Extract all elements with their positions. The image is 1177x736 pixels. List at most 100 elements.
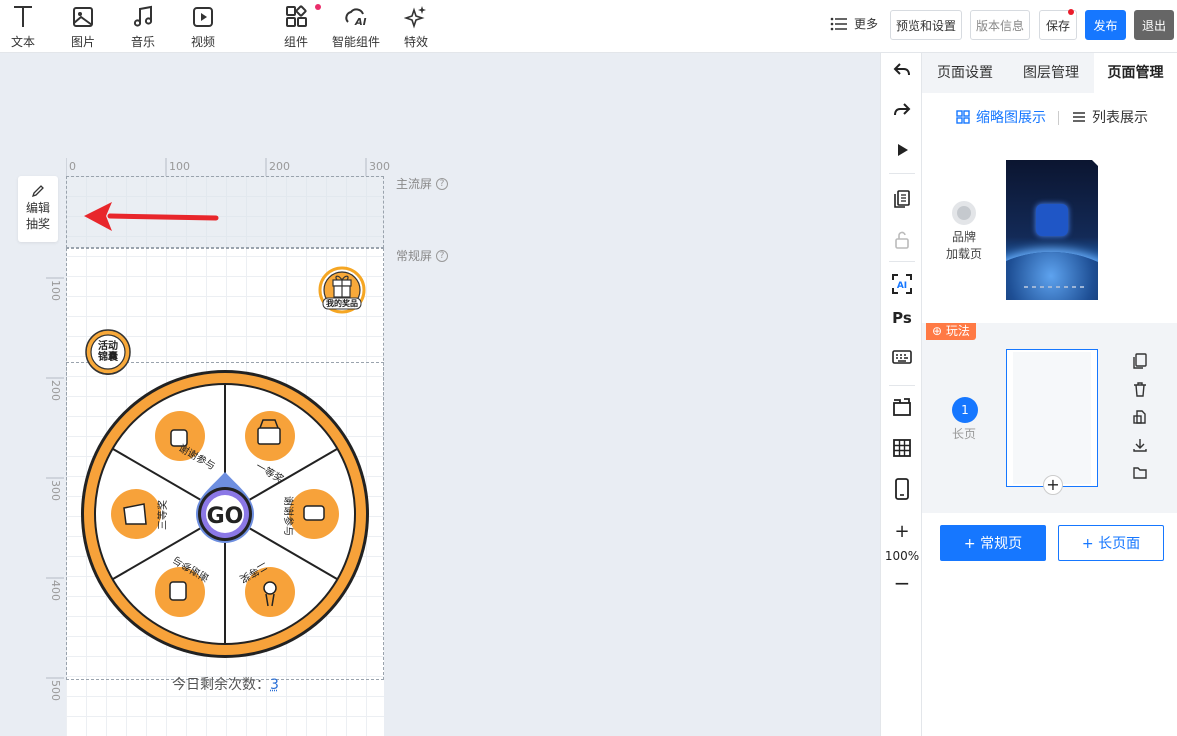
image-icon (73, 7, 93, 27)
ai-scan-label: AI (897, 281, 907, 291)
add-normal-page-button[interactable]: + 常规页 (940, 525, 1046, 561)
text-tool-label: 文本 (10, 35, 35, 49)
mainstream-screen-text: 主流屏 (396, 177, 433, 191)
grid-button[interactable] (881, 438, 923, 462)
ruler-left: 100 200 300 400 500 (46, 248, 64, 736)
tab-layer-management[interactable]: 图层管理 (1008, 53, 1094, 93)
brand-loading-page[interactable]: 品牌 加载页 (942, 201, 986, 263)
replace-button[interactable] (881, 397, 923, 421)
lock-button[interactable] (881, 230, 923, 254)
top-toolbar: 文本 图片 音乐 视频 组件 AI 智能组件 特效 更多 预览和设置 版本信息 … (0, 0, 1177, 53)
zoom-out-button[interactable]: − (881, 571, 923, 595)
add-page-below-button[interactable]: + (1043, 475, 1063, 495)
play-tag-icon: ⊕ (932, 324, 943, 338)
edit-lottery-button[interactable]: 编辑 抽奖 (18, 176, 58, 242)
ai-button[interactable]: AI (881, 273, 923, 299)
version-info-button[interactable]: 版本信息 (970, 10, 1030, 40)
component-icon (286, 5, 307, 27)
list-icon (830, 17, 847, 30)
mainstream-screen-label: 主流屏 ? (396, 175, 449, 192)
wheel-segment-label: 三等奖 (156, 500, 169, 530)
ps-import-button[interactable]: Ps (881, 309, 923, 327)
tab-page-settings[interactable]: 页面设置 (922, 53, 1008, 93)
mobile-icon (895, 478, 909, 500)
save-button[interactable]: 保存 (1039, 9, 1077, 40)
undo-icon (893, 63, 910, 76)
thumbnail-caption (1024, 286, 1084, 288)
mobile-preview-button[interactable] (881, 478, 923, 504)
ai-component-icon: AI (345, 8, 367, 28)
copy-icon (894, 190, 910, 208)
toolbar-divider (889, 173, 915, 174)
activity-tips-label-1: 活动 (98, 341, 118, 352)
page-type-label: 长页 (951, 427, 976, 441)
ai-component-tool-label: 智能组件 (331, 35, 380, 49)
page-list-item[interactable]: ⊕ 玩法 1 长页 + (922, 323, 1177, 513)
download-page-button[interactable] (1130, 437, 1150, 457)
text-icon (14, 6, 32, 27)
save-badge (1068, 9, 1074, 15)
play-button[interactable] (881, 141, 923, 163)
ruler-left-400: 400 (49, 580, 62, 601)
move-to-folder-button[interactable] (1130, 465, 1150, 485)
video-icon (193, 7, 213, 27)
list-view-toggle[interactable]: 列表展示 (1072, 107, 1148, 127)
video-tool[interactable]: 视频 (180, 4, 226, 50)
undo-button[interactable] (881, 61, 923, 83)
more-menu[interactable]: 更多 (830, 15, 878, 32)
component-tool[interactable]: 组件 (273, 4, 321, 50)
effects-icon (404, 6, 426, 29)
exit-button[interactable]: 退出 (1134, 10, 1174, 40)
ruler-top-ticks (66, 158, 367, 176)
wheel-segment-label: 谢谢参与 (282, 496, 295, 536)
page-thumbnail[interactable]: + (1006, 349, 1098, 495)
zoom-in-button[interactable]: + (881, 521, 923, 542)
delete-page-button[interactable] (1130, 381, 1150, 401)
page-management-panel: 页面设置 图层管理 页面管理 缩略图展示 列表展示 品牌 加载页 ⊕ 玩法 1 … (922, 53, 1177, 736)
pencil-icon (31, 185, 44, 198)
text-tool[interactable]: 文本 (0, 4, 46, 50)
ruler-top: 0 100 200 300 (66, 158, 390, 176)
grid-icon (893, 439, 911, 457)
thumbnail-view-toggle[interactable]: 缩略图展示 (956, 107, 1046, 127)
duplicate-page-button[interactable] (1130, 409, 1150, 429)
prize-wheel[interactable]: GO 一等奖 谢谢参与 二等奖 谢谢参与 三等奖 谢谢参与 (80, 368, 370, 660)
my-prizes-button[interactable]: 我的奖品 (318, 266, 366, 314)
music-tool[interactable]: 音乐 (120, 4, 166, 50)
ruler-top-100: 100 (169, 160, 190, 173)
copy-page-button[interactable] (1130, 353, 1150, 373)
thumbnail-view-label: 缩略图展示 (976, 110, 1046, 126)
effects-tool-label: 特效 (403, 35, 428, 49)
tab-page-management[interactable]: 页面管理 (1094, 53, 1177, 93)
copy-button[interactable] (881, 189, 923, 213)
copy-icon (1133, 353, 1147, 369)
image-tool[interactable]: 图片 (60, 4, 106, 50)
list-view-label: 列表展示 (1092, 110, 1148, 126)
video-tool-label: 视频 (190, 35, 215, 49)
keyboard-button[interactable] (881, 349, 923, 369)
thumbnail-planet (1006, 252, 1098, 300)
unlock-icon (895, 231, 909, 249)
edit-lottery-label-2: 抽奖 (25, 217, 50, 231)
add-long-page-button[interactable]: + 长页面 (1058, 525, 1164, 561)
ruler-left-500: 500 (49, 680, 62, 701)
ruler-left-100: 100 (49, 280, 62, 301)
play-icon (898, 144, 908, 156)
normal-screen-label: 常规屏 ? (396, 247, 449, 264)
brand-loading-label-2: 加载页 (945, 247, 982, 261)
zoom-level: 100% (884, 549, 920, 563)
preview-settings-button[interactable]: 预览和设置 (890, 10, 962, 40)
publish-button[interactable]: 发布 (1085, 10, 1126, 40)
wheel-go-label[interactable]: GO (207, 504, 244, 529)
help-icon[interactable]: ? (436, 249, 449, 262)
effects-tool[interactable]: 特效 (393, 4, 439, 50)
thumbnail-logo (1036, 204, 1068, 236)
keyboard-icon (892, 350, 912, 364)
help-icon[interactable]: ? (436, 177, 449, 190)
redo-button[interactable] (881, 101, 923, 123)
remaining-draws: 今日剩余次数：3 (172, 674, 279, 694)
ai-component-tool[interactable]: AI 智能组件 (328, 4, 384, 50)
play-tag: ⊕ 玩法 (926, 323, 976, 340)
page-thumbnail-content (1013, 352, 1091, 484)
brand-page-thumbnail[interactable] (1006, 160, 1098, 300)
